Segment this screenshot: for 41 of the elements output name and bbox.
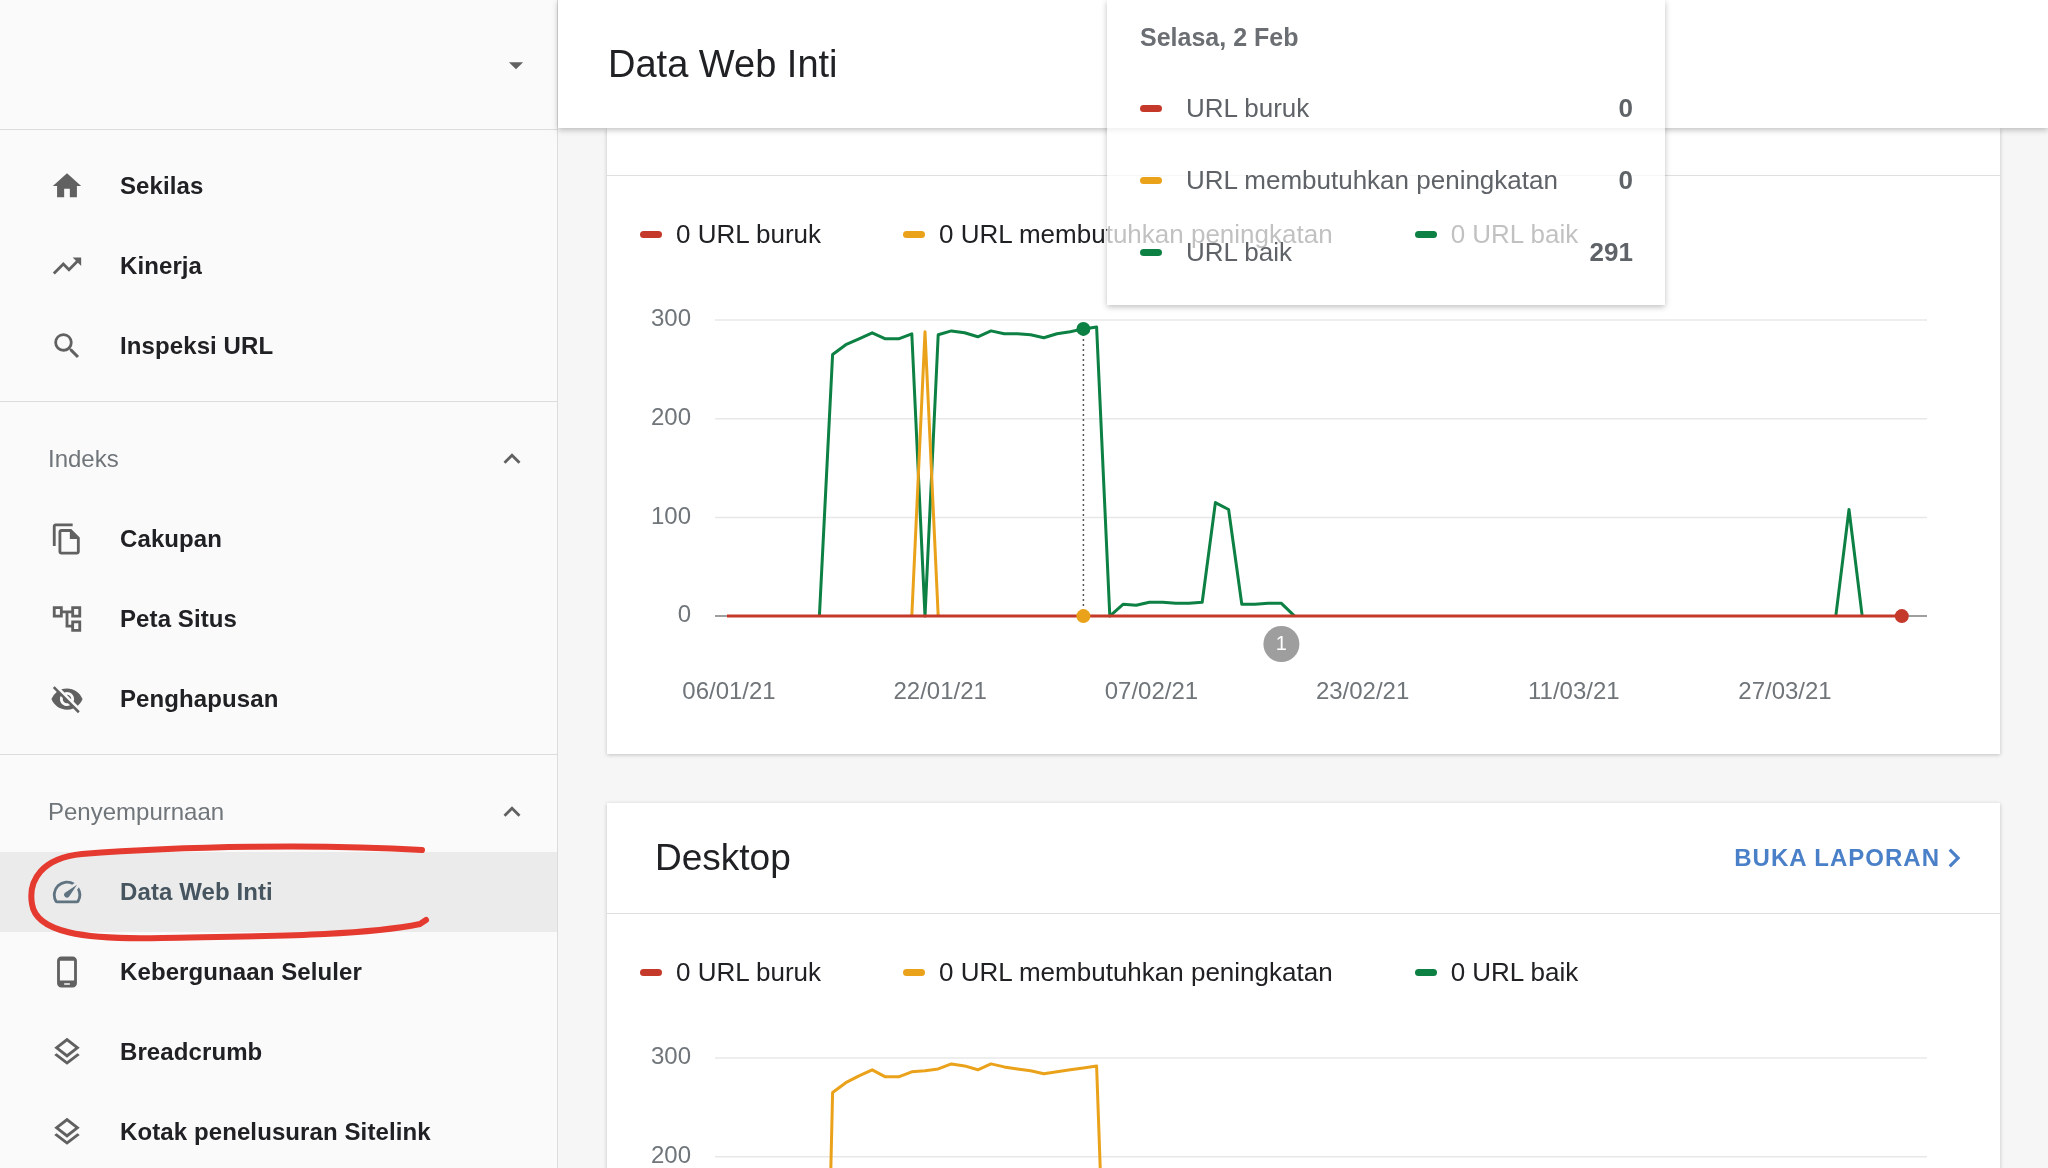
tooltip-date: Selasa, 2 Feb [1140, 22, 1300, 53]
axis-label: 0 [677, 600, 691, 628]
tooltip-label: URL buruk [1186, 92, 1311, 124]
axis-label: 22/01/21 [893, 677, 987, 705]
data-point [1076, 321, 1091, 336]
axis-label: 300 [650, 304, 691, 332]
tooltip-value: 0 [1618, 92, 1633, 124]
chevron-right-icon [1946, 846, 1962, 870]
legend-label[interactable]: 0 URL baik [1450, 956, 1579, 988]
nav-item[interactable]: Cakupan [0, 499, 557, 579]
legend-label[interactable]: 0 URL buruk [676, 956, 821, 988]
axis-label: 27/03/21 [1738, 677, 1832, 705]
nav-item[interactable]: Data Web Inti [0, 852, 557, 932]
nav-item[interactable]: Kebergunaan Seluler [0, 932, 557, 1012]
data-point [1076, 609, 1091, 624]
nav-item[interactable]: Peta Situs [0, 579, 557, 659]
page-title: Data Web Inti [608, 42, 838, 86]
nav-item[interactable]: Kotak penelusuran Sitelink [0, 1092, 557, 1168]
nav-item[interactable]: Sekilas [0, 146, 557, 226]
axis-label: 23/02/21 [1315, 677, 1410, 705]
tooltip-label: URL membutuhkan peningkatan [1186, 164, 1559, 196]
tooltip-value: 291 [1589, 236, 1633, 268]
tooltip-value: 0 [1618, 164, 1633, 196]
nav-item[interactable]: Penghapusan [0, 659, 557, 739]
section-title: Penyempurnaan [48, 797, 225, 826]
axis-label: 200 [650, 403, 691, 431]
legend-label[interactable]: 0 URL buruk [676, 218, 821, 250]
nav-item[interactable]: Breadcrumb [0, 1012, 557, 1092]
axis-label: 300 [650, 1042, 691, 1070]
nav-item[interactable]: Kinerja [0, 226, 557, 306]
section-title: Indeks [48, 444, 119, 473]
axis-label: 100 [650, 501, 691, 529]
open-report-link[interactable]: BUKA LAPORAN [1734, 844, 1962, 872]
card-title: Desktop [655, 837, 791, 879]
axis-label: 07/02/21 [1104, 677, 1199, 705]
axis-label: 06/01/21 [682, 677, 776, 705]
data-point [1894, 609, 1909, 624]
axis-label: 11/03/21 [1528, 677, 1620, 705]
axis-label: 200 [650, 1141, 691, 1168]
nav-item[interactable]: Inspeksi URL [0, 306, 557, 386]
legend-label[interactable]: 0 URL membutuhkan peningkatan [939, 956, 1333, 988]
